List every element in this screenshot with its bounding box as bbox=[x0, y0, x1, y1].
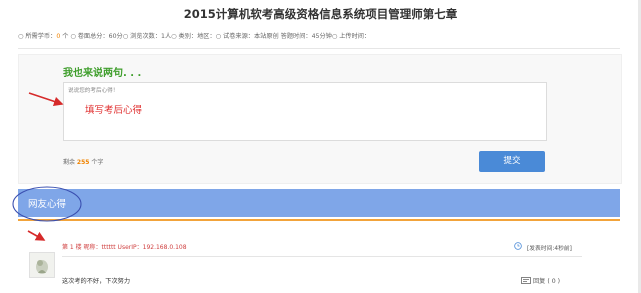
review-text: 这次考的不好，下次努力 bbox=[62, 278, 131, 285]
remaining-count: 255 bbox=[76, 159, 90, 166]
remaining-prefix: 剩余 bbox=[63, 159, 77, 166]
comment-textarea[interactable]: 说说您的考后心得！ 填写考后心得 bbox=[63, 82, 547, 141]
price-label: ○ 所需学币： bbox=[18, 33, 57, 40]
annotation-fill-note: 填写考后心得 bbox=[85, 105, 143, 116]
review-divider bbox=[62, 256, 582, 257]
comment-form-heading: 我也来说两句. . . bbox=[63, 68, 142, 79]
remaining-suffix: 个字 bbox=[89, 159, 104, 166]
reply-icon bbox=[521, 277, 531, 284]
comment-form-panel: 我也来说两句. . . 说说您的考后心得！ 填写考后心得 剩余 255 个字 提… bbox=[18, 54, 622, 184]
exam-meta-items: ○ 卷面总分：60分○ 浏览次数：1人○ 类别：地区：○ 试卷来源：本站原创 答… bbox=[68, 33, 371, 40]
avatar-image-icon bbox=[30, 253, 54, 277]
page-title: 2015计算机软考高级资格信息系统项目管理师第七章 bbox=[183, 7, 458, 21]
annotation-arrow-floor bbox=[27, 230, 46, 241]
submit-button[interactable]: 提交 bbox=[479, 151, 545, 172]
review-floor-info: 第 1 楼 昵称：tttttt UserIP：192.168.0.108 bbox=[62, 244, 187, 251]
reply-button[interactable]: 回复 ( 0 ) bbox=[521, 276, 560, 285]
reviews-tab-bar: 网友心得 bbox=[18, 189, 620, 217]
tab-reviews[interactable]: 网友心得 bbox=[28, 196, 66, 210]
header-divider bbox=[18, 48, 620, 49]
reply-label: 回复 ( 0 ) bbox=[533, 278, 561, 285]
remaining-char-counter: 剩余 255 个字 bbox=[63, 157, 103, 166]
exam-meta-bar: ○ 所需学币：0 个 ○ 卷面总分：60分○ 浏览次数：1人○ 类别：地区：○ … bbox=[18, 32, 618, 42]
review-post-time: [发表时间:4秒前] bbox=[527, 246, 572, 252]
reviews-underline bbox=[18, 219, 620, 221]
clock-icon bbox=[514, 242, 522, 250]
avatar bbox=[29, 252, 55, 278]
comment-placeholder: 说说您的考后心得！ bbox=[68, 88, 119, 94]
